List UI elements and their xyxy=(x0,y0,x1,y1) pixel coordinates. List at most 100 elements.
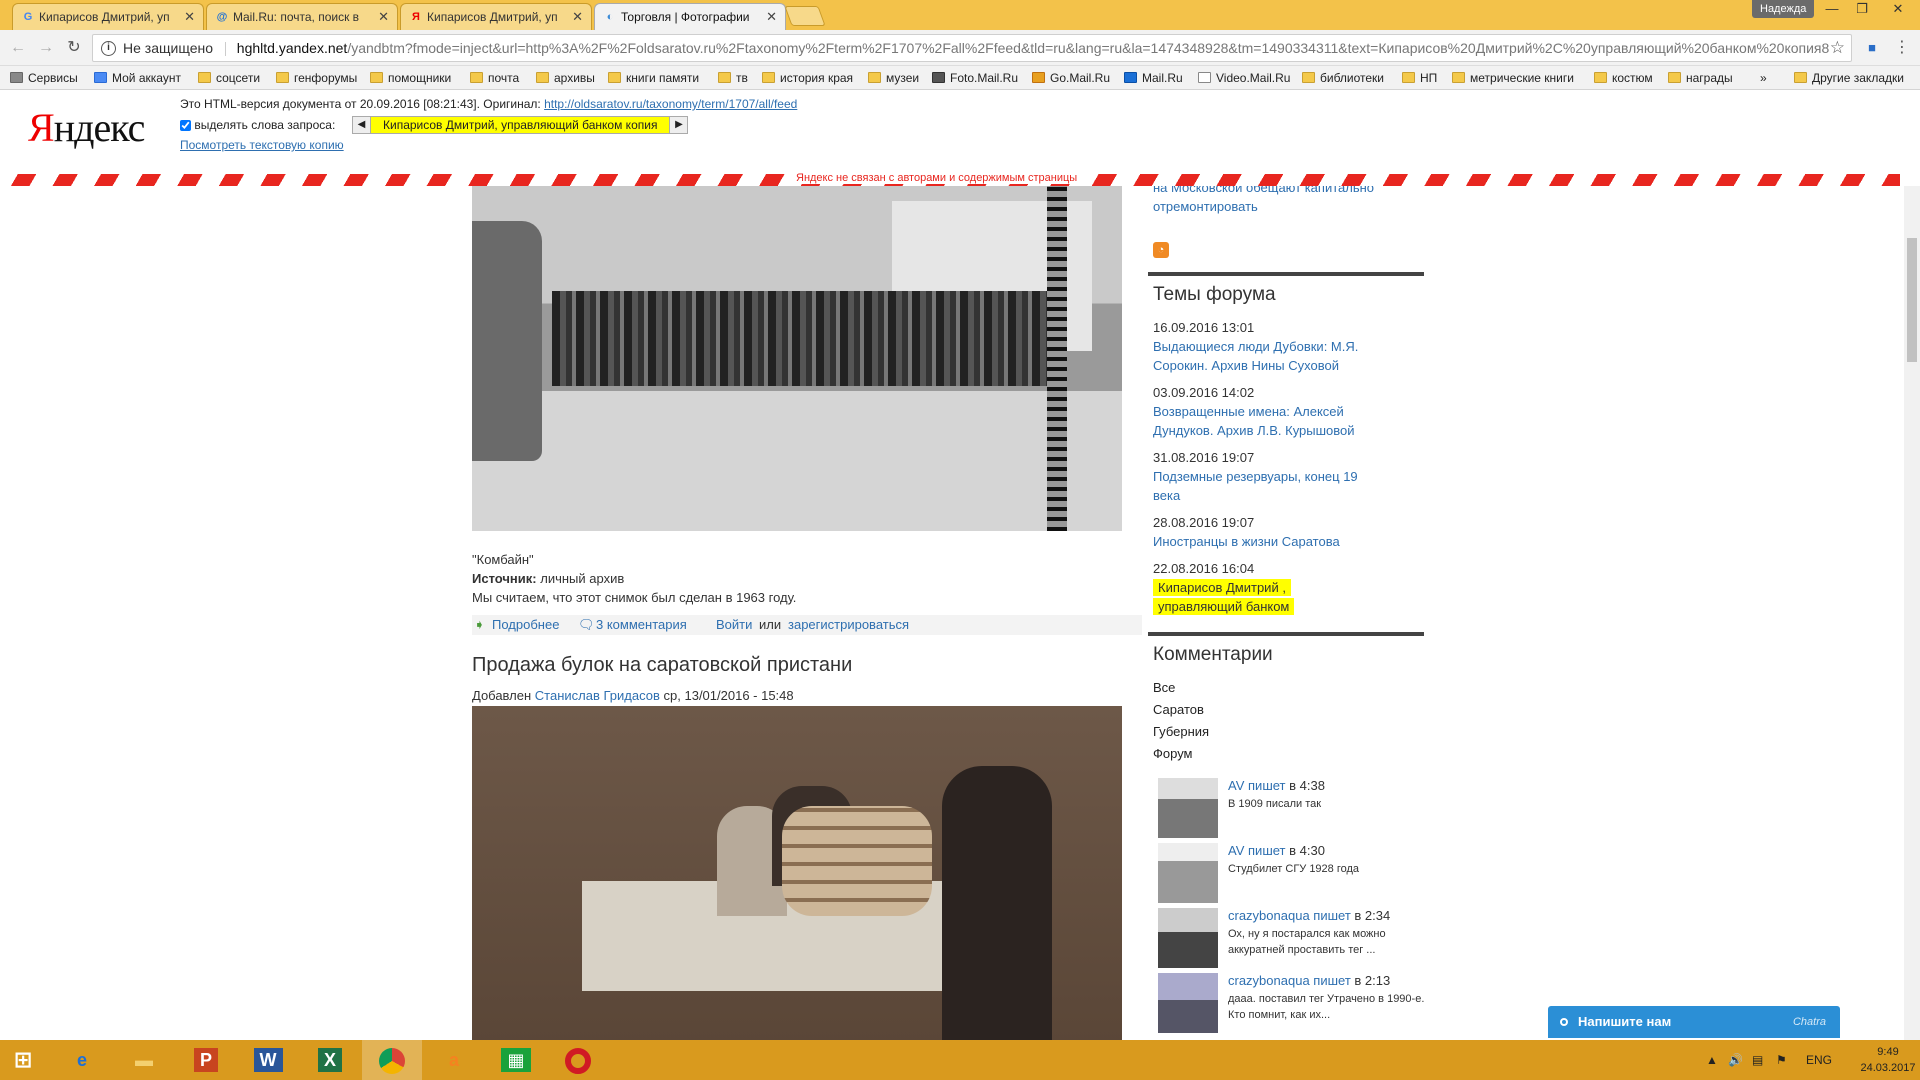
bookmark-folder[interactable]: история края xyxy=(762,70,853,86)
forum-link[interactable]: Иностранцы в жизни Саратова xyxy=(1153,532,1423,551)
bookmark-item[interactable]: Go.Mail.Ru xyxy=(1032,70,1110,86)
bookmark-folder[interactable]: награды xyxy=(1668,70,1733,86)
author-link[interactable]: Станислав Гридасов xyxy=(535,688,660,703)
windows-start-icon[interactable]: ⊞ xyxy=(0,1040,46,1080)
comment-writes[interactable]: пишет xyxy=(1313,908,1350,923)
bookmark-folder[interactable]: музеи xyxy=(868,70,919,86)
forum-link[interactable]: Сорокин. Архив Нины Суховой xyxy=(1153,356,1423,375)
reload-icon[interactable]: ↻ xyxy=(64,38,84,58)
post-title[interactable]: Продажа булок на саратовской пристани xyxy=(472,654,852,677)
word-icon[interactable]: W xyxy=(238,1040,298,1080)
comment-writes[interactable]: пишет xyxy=(1248,843,1285,858)
bookmark-folder[interactable]: помощники xyxy=(370,70,451,86)
bookmark-folder[interactable]: архивы xyxy=(536,70,595,86)
tray-arrow-icon[interactable]: ▲ xyxy=(1706,1040,1718,1080)
clock[interactable]: 9:49 24.03.2017 xyxy=(1860,1044,1916,1076)
next-match-button[interactable]: ▶ xyxy=(669,117,688,133)
mailru-agent-icon[interactable]: a xyxy=(424,1040,484,1080)
file-explorer-icon[interactable]: ▬ xyxy=(114,1040,174,1080)
login-link[interactable]: Войти xyxy=(716,615,752,635)
comment-user[interactable]: AV xyxy=(1228,778,1244,793)
comment-user[interactable]: crazybonaqua xyxy=(1228,973,1310,988)
scrollbar-thumb[interactable] xyxy=(1907,238,1917,362)
excel-icon[interactable]: X xyxy=(300,1040,360,1080)
post-photo-combine[interactable] xyxy=(472,186,1122,531)
bookmark-other[interactable]: Другие закладки xyxy=(1794,70,1904,86)
opera-icon[interactable] xyxy=(548,1040,608,1080)
forum-link[interactable]: Дундуков. Архив Л.В. Курышовой xyxy=(1153,421,1423,440)
forum-link[interactable]: Выдающиеся люди Дубовки: М.Я. xyxy=(1153,337,1423,356)
flag-icon[interactable]: ⚑ xyxy=(1776,1040,1787,1080)
close-icon[interactable]: ✕ xyxy=(378,4,389,30)
bookmarks-overflow[interactable]: » xyxy=(1756,70,1767,86)
bookmark-item[interactable]: Мой аккаунт xyxy=(94,70,181,86)
prev-match-button[interactable]: ◀ xyxy=(353,117,371,133)
info-icon[interactable]: i xyxy=(101,41,116,56)
comment-user[interactable]: crazybonaqua xyxy=(1228,908,1310,923)
forward-icon[interactable]: → xyxy=(36,38,56,58)
close-window-button[interactable]: ✕ xyxy=(1884,0,1912,20)
comment-thumbnail[interactable] xyxy=(1158,908,1218,968)
forum-link[interactable]: века xyxy=(1153,486,1423,505)
comment-writes[interactable]: пишет xyxy=(1313,973,1350,988)
tab-3[interactable]: Я Кипарисов Дмитрий, уп ✕ xyxy=(400,3,592,30)
bookmark-folder[interactable]: НП xyxy=(1402,70,1437,86)
highlight-checkbox[interactable] xyxy=(180,120,191,132)
bookmark-folder[interactable]: генфорумы xyxy=(276,70,357,86)
close-icon[interactable]: ✕ xyxy=(572,4,583,30)
forum-link-highlighted[interactable]: управляющий банком xyxy=(1153,597,1423,616)
bookmark-folder[interactable]: почта xyxy=(470,70,519,86)
comments-link[interactable]: 3 комментария xyxy=(596,615,687,635)
chrome-icon[interactable] xyxy=(362,1040,422,1080)
bookmark-star-icon[interactable]: ☆ xyxy=(1830,35,1845,61)
filter-all[interactable]: Все xyxy=(1153,677,1423,699)
bookmark-item[interactable]: Video.Mail.Ru xyxy=(1198,70,1290,86)
new-tab-button[interactable] xyxy=(784,6,826,26)
comment-thumbnail[interactable] xyxy=(1158,973,1218,1033)
bookmark-folder[interactable]: тв xyxy=(718,70,748,86)
bookmark-folder[interactable]: книги памяти xyxy=(608,70,699,86)
bookmark-folder[interactable]: метрические книги xyxy=(1452,70,1574,86)
store-icon[interactable]: ▦ xyxy=(486,1040,546,1080)
yandex-logo[interactable]: Яндекс xyxy=(28,104,145,151)
filter-province[interactable]: Губерния xyxy=(1153,721,1423,743)
filter-saratov[interactable]: Саратов xyxy=(1153,699,1423,721)
close-icon[interactable]: ✕ xyxy=(766,4,777,30)
tab-1[interactable]: G Кипарисов Дмитрий, уп ✕ xyxy=(12,3,204,30)
text-copy-link[interactable]: Посмотреть текстовую копию xyxy=(180,138,344,152)
profile-button[interactable]: Надежда xyxy=(1752,0,1815,18)
more-link[interactable]: Подробнее xyxy=(492,615,559,635)
comment-writes[interactable]: пишет xyxy=(1248,778,1285,793)
tab-2[interactable]: @ Mail.Ru: почта, поиск в ✕ xyxy=(206,3,398,30)
bookmark-item[interactable]: Foto.Mail.Ru xyxy=(932,70,1018,86)
extension-icon[interactable]: ■ xyxy=(1862,38,1882,58)
bookmark-item[interactable]: Mail.Ru xyxy=(1124,70,1183,86)
tab-4-active[interactable]: ◐ Торговля | Фотографии ✕ xyxy=(594,3,786,30)
register-link[interactable]: зарегистрироваться xyxy=(788,615,909,635)
back-icon[interactable]: ← xyxy=(8,38,28,58)
filter-forum[interactable]: Форум xyxy=(1153,743,1423,765)
powerpoint-icon[interactable]: P xyxy=(176,1040,236,1080)
volume-icon[interactable]: 🔊 xyxy=(1728,1040,1743,1080)
rss-icon[interactable]: ◔ xyxy=(1153,242,1169,258)
forum-link-highlighted[interactable]: Кипарисов Дмитрий , xyxy=(1153,578,1423,597)
chat-widget-button[interactable]: Напишите нам Chatra xyxy=(1548,1006,1840,1038)
vertical-scrollbar[interactable] xyxy=(1904,186,1920,1040)
post-photo-bread[interactable] xyxy=(472,706,1122,1040)
comment-thumbnail[interactable] xyxy=(1158,843,1218,903)
bookmark-folder[interactable]: костюм xyxy=(1594,70,1653,86)
bookmark-folder[interactable]: соцсети xyxy=(198,70,260,86)
internet-explorer-icon[interactable]: e xyxy=(52,1040,112,1080)
language-indicator[interactable]: ENG xyxy=(1806,1040,1832,1080)
bookmark-apps[interactable]: Сервисы xyxy=(10,70,78,86)
maximize-button[interactable]: ❐ xyxy=(1848,0,1876,20)
address-bar[interactable]: i Не защищено hghltd.yandex.net/yandbtm?… xyxy=(92,34,1852,62)
close-icon[interactable]: ✕ xyxy=(184,4,195,30)
forum-link[interactable]: Возвращенные имена: Алексей xyxy=(1153,402,1423,421)
original-link[interactable]: http://oldsaratov.ru/taxonomy/term/1707/… xyxy=(544,97,797,111)
sidebar-news-link[interactable]: на Московской обещают капитально отремон… xyxy=(1153,186,1429,216)
minimize-button[interactable]: — xyxy=(1818,0,1846,20)
forum-link[interactable]: Подземные резервуары, конец 19 xyxy=(1153,467,1423,486)
network-icon[interactable]: ▤ xyxy=(1752,1040,1763,1080)
menu-icon[interactable]: ⋮ xyxy=(1892,38,1912,58)
